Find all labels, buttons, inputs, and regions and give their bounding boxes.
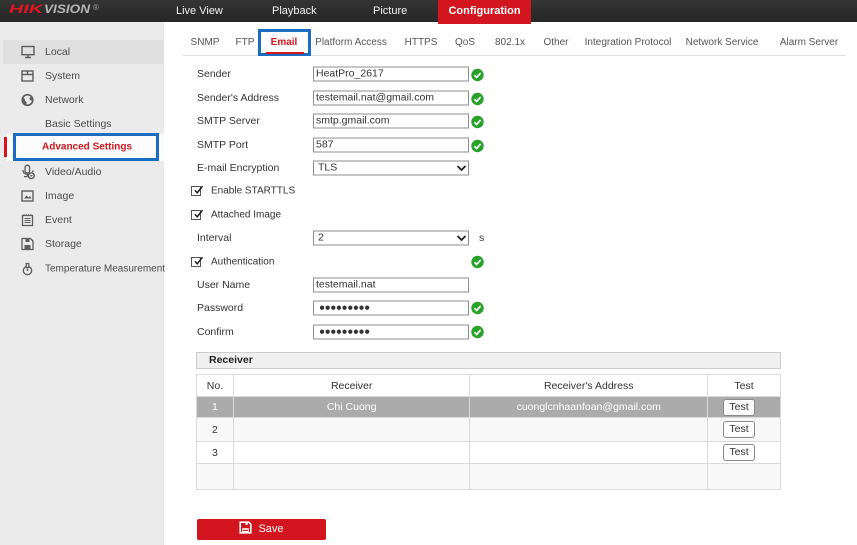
svg-text:HIK: HIK — [9, 2, 45, 16]
svg-text:VISION: VISION — [44, 2, 90, 16]
svg-text:®: ® — [93, 3, 99, 12]
